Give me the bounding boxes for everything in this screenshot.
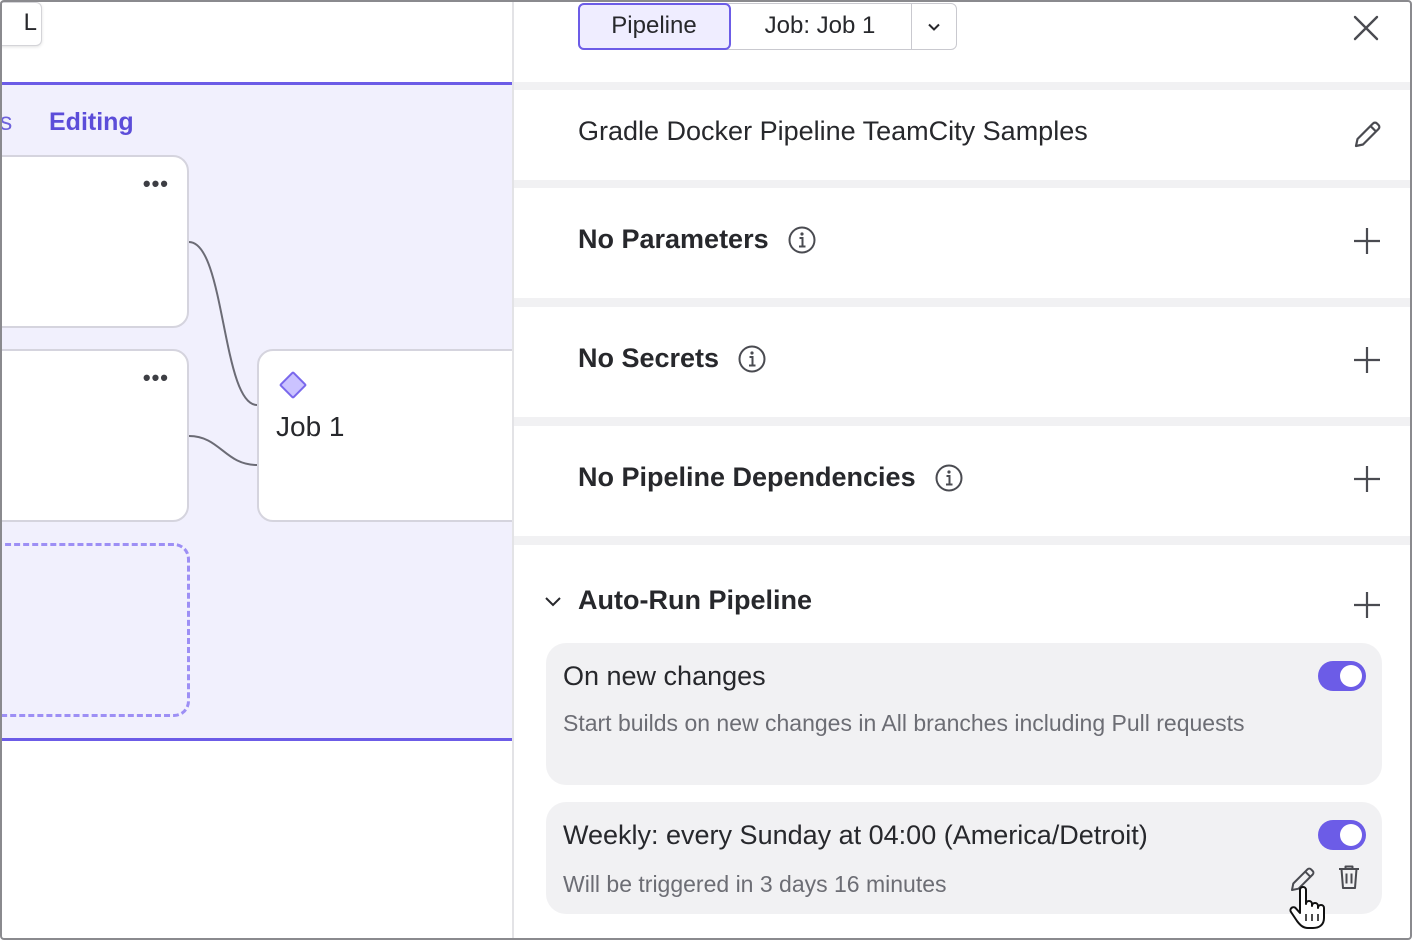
add-dependency-button[interactable] <box>1352 464 1382 494</box>
section-title: No Pipeline Dependencies <box>578 462 964 493</box>
job-card-title: Job 1 <box>276 411 345 442</box>
info-icon[interactable] <box>934 463 964 493</box>
pipeline-name-section: Gradle Docker Pipeline TeamCity Samples <box>514 90 1412 180</box>
job-select-dropdown[interactable] <box>912 4 956 49</box>
panel-header: Pipeline Job: Job 1 <box>514 0 1412 82</box>
job-card[interactable]: ••• <box>0 349 189 522</box>
close-icon <box>1353 15 1379 41</box>
diamond-icon <box>278 370 308 400</box>
hand-cursor-icon <box>1289 886 1325 929</box>
add-secret-button[interactable] <box>1352 345 1382 375</box>
dependencies-section: No Pipeline Dependencies <box>514 426 1412 536</box>
job-card[interactable]: ••• <box>0 155 189 328</box>
trigger-enabled-toggle[interactable] <box>1318 820 1366 850</box>
job-card-job-1[interactable]: Job 1 <box>257 349 513 522</box>
more-options-icon[interactable]: ••• <box>143 367 169 389</box>
close-button[interactable] <box>1350 12 1382 44</box>
auto-run-section: Auto-Run Pipeline On new changes Start b… <box>514 545 1412 940</box>
pipeline-canvas: L ngs Editing ••• ••• Job 1 <box>0 0 513 940</box>
add-job-placeholder[interactable] <box>0 543 190 717</box>
pencil-icon <box>1354 121 1381 148</box>
section-title: No Secrets <box>578 343 767 374</box>
pipeline-name: Gradle Docker Pipeline TeamCity Samples <box>578 116 1088 146</box>
info-icon[interactable] <box>737 344 767 374</box>
section-title: No Parameters <box>578 224 817 255</box>
chevron-down-icon <box>928 23 940 31</box>
collapse-chevron-icon[interactable] <box>542 591 564 613</box>
toggle-knob <box>1340 824 1362 846</box>
delete-trigger-button[interactable] <box>1334 862 1364 892</box>
parameters-section: No Parameters <box>514 188 1412 298</box>
add-trigger-button[interactable] <box>1352 590 1382 620</box>
info-icon[interactable] <box>787 225 817 255</box>
dependencies-title: No Pipeline Dependencies <box>578 462 916 492</box>
trigger-card: Weekly: every Sunday at 04:00 (America/D… <box>546 802 1382 914</box>
add-parameter-button[interactable] <box>1352 226 1382 256</box>
edit-name-button[interactable] <box>1350 118 1384 152</box>
tab-pipeline[interactable]: Pipeline <box>577 2 731 50</box>
auto-run-title: Auto-Run Pipeline <box>578 585 812 615</box>
trigger-description: Start builds on new changes in All branc… <box>563 710 1245 736</box>
secrets-section: No Secrets <box>514 307 1412 417</box>
toggle-knob <box>1340 665 1362 687</box>
trigger-description: Will be triggered in 3 days 16 minutes <box>563 871 947 897</box>
trigger-title: Weekly: every Sunday at 04:00 (America/D… <box>563 820 1148 850</box>
pipeline-settings-panel: Pipeline Job: Job 1 Gradle Docker Pipeli… <box>514 0 1412 940</box>
trigger-card: On new changes Start builds on new chang… <box>546 643 1382 785</box>
scope-switcher: Pipeline Job: Job 1 <box>577 2 957 50</box>
secrets-title: No Secrets <box>578 343 720 373</box>
more-options-icon[interactable]: ••• <box>143 173 169 195</box>
parameters-title: No Parameters <box>578 224 769 254</box>
tab-job[interactable]: Job: Job 1 <box>729 4 912 49</box>
trigger-title: On new changes <box>563 661 766 691</box>
trigger-enabled-toggle[interactable] <box>1318 661 1366 691</box>
